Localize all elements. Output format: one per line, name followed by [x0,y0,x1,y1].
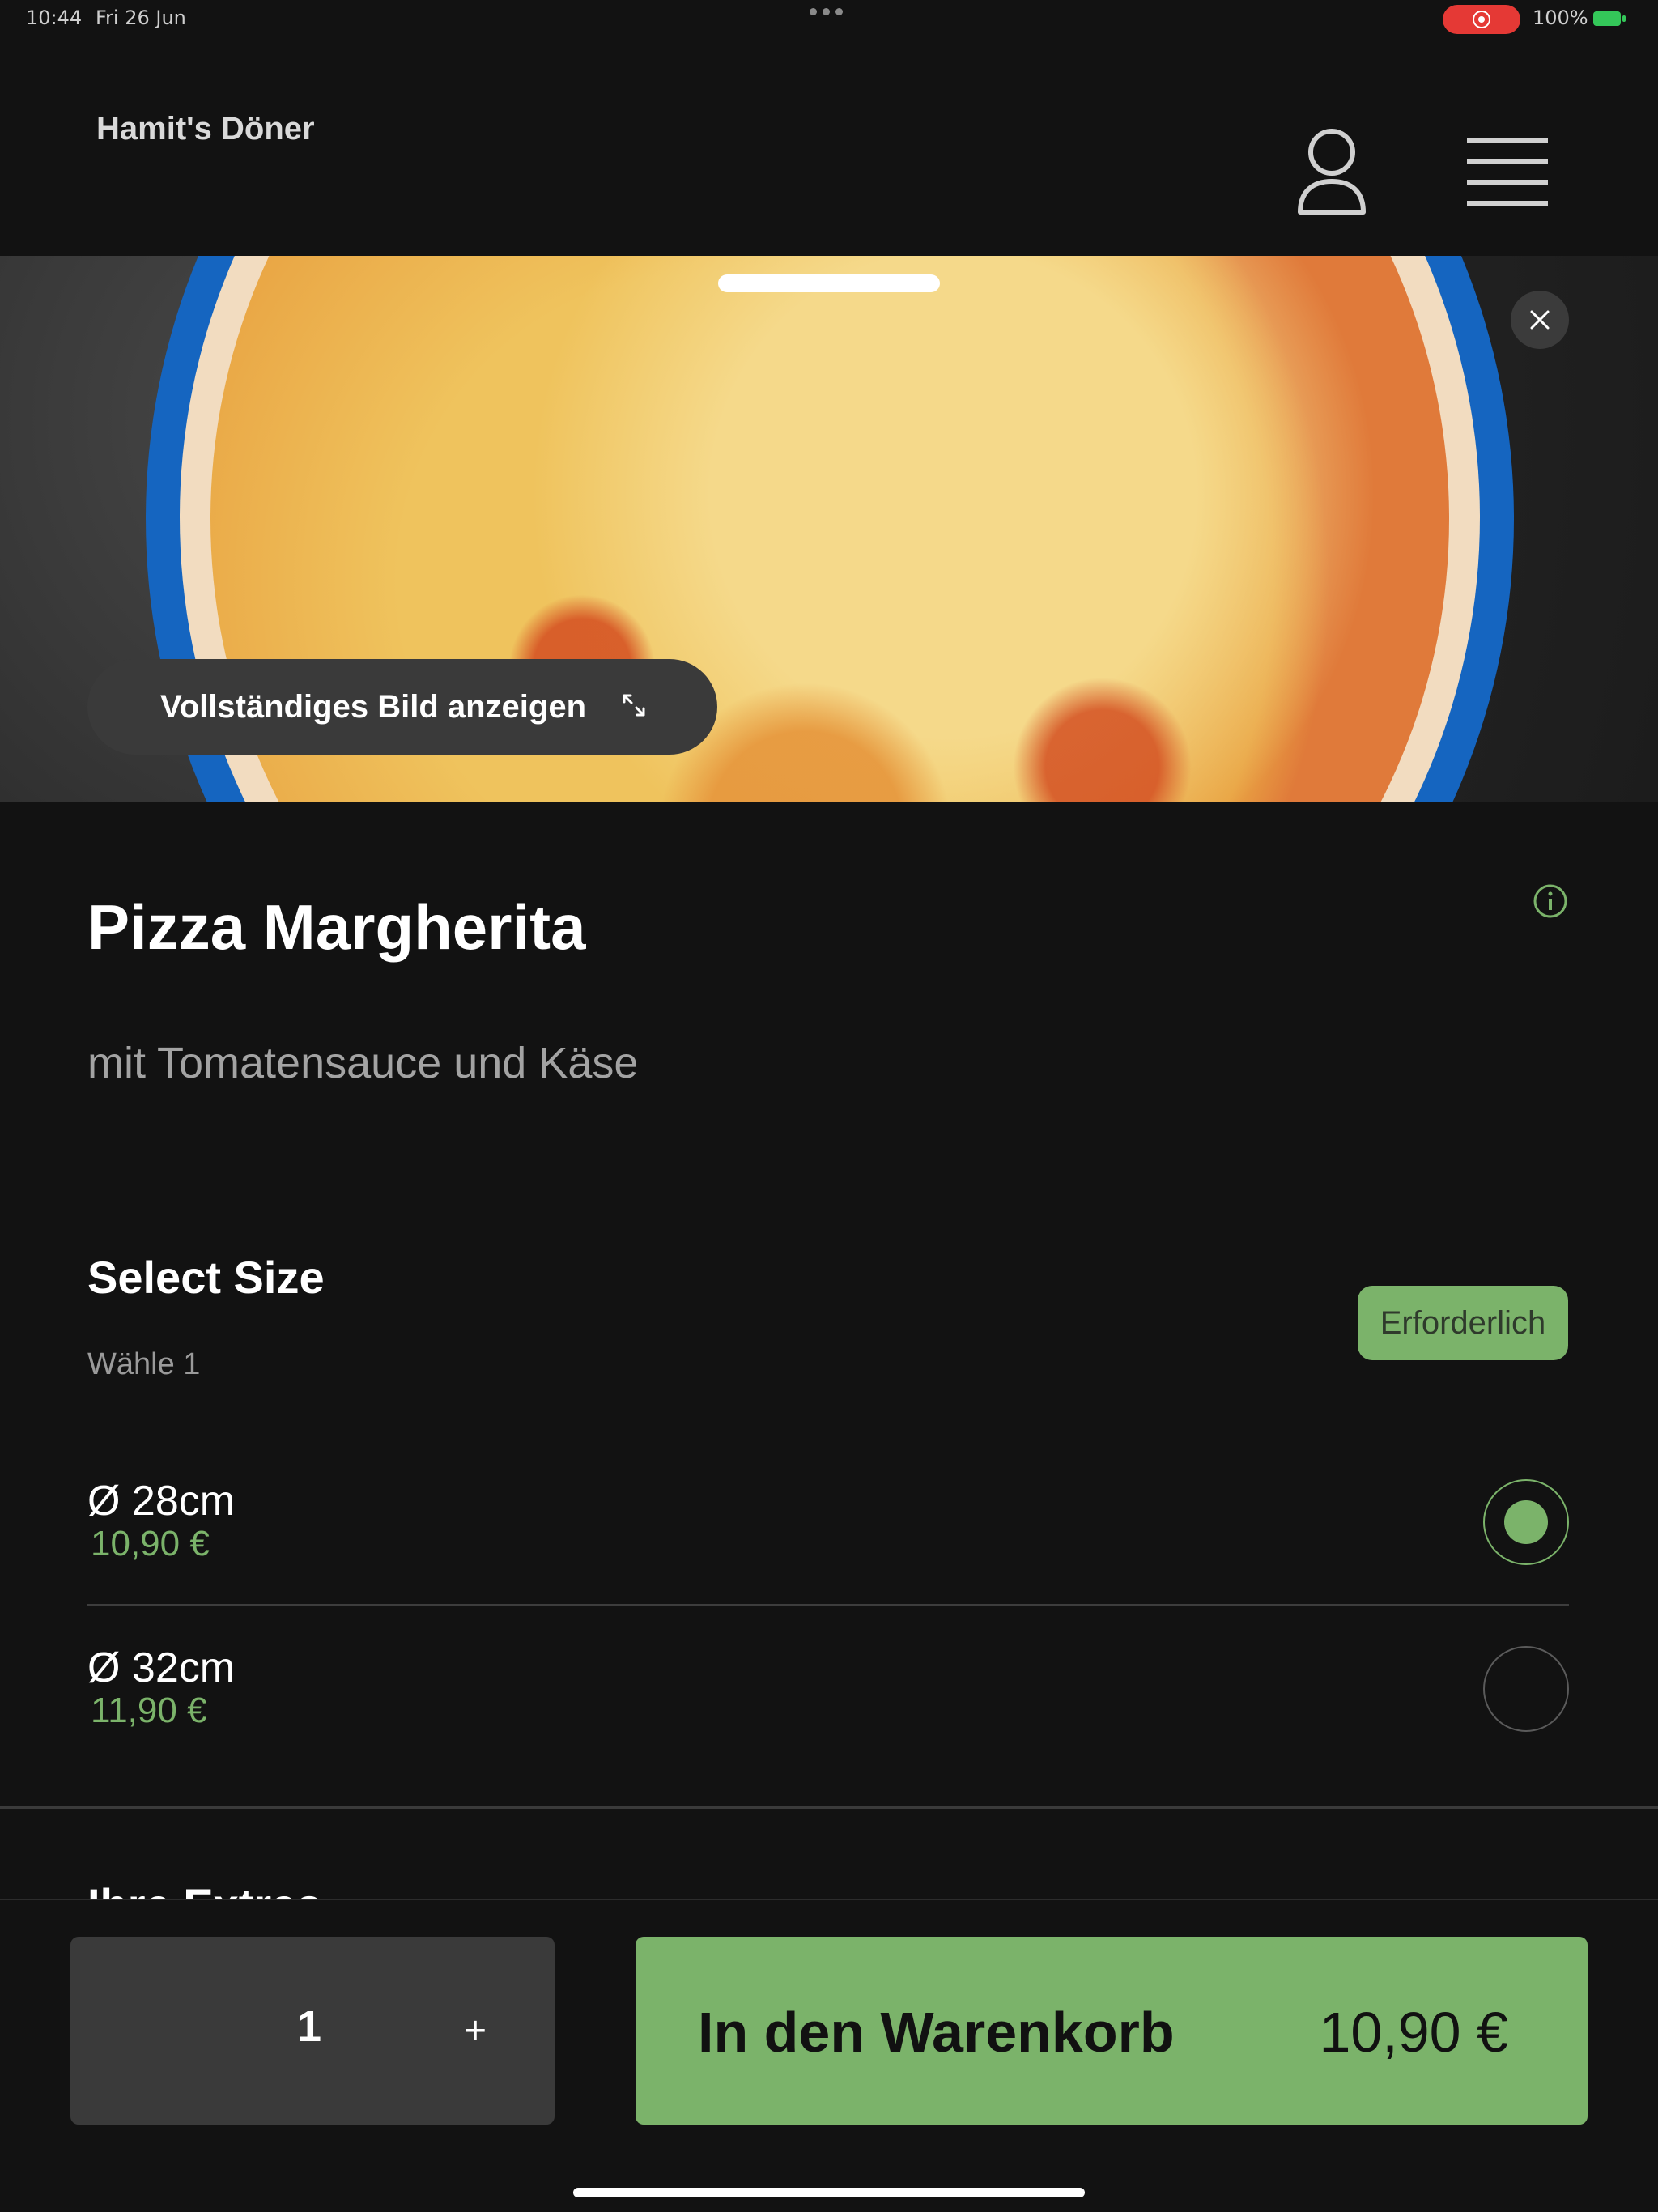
user-icon[interactable] [1295,128,1368,217]
screen-recording-icon[interactable] [1443,5,1520,34]
menu-icon[interactable] [1467,136,1548,207]
option-divider [87,1604,1569,1606]
size-option-name: Ø 32cm [87,1644,236,1691]
home-indicator[interactable] [573,2188,1085,2197]
required-badge: Erforderlich [1358,1286,1568,1360]
quantity-plus-button[interactable]: + [443,1990,508,2071]
size-radio-selected[interactable] [1483,1479,1569,1565]
size-radio[interactable] [1483,1646,1569,1732]
size-option-28cm[interactable]: Ø 28cm 10,90 € [87,1477,1569,1606]
expand-icon [623,694,645,717]
sheet-drag-handle[interactable] [718,274,940,292]
battery-percentage: 100% [1533,6,1588,29]
status-date: Fri 26 Jun [96,6,186,29]
quantity-value: 1 [297,2002,322,2051]
show-full-image-button[interactable]: Vollständiges Bild anzeigen [87,659,717,755]
show-full-image-label: Vollständiges Bild anzeigen [160,689,587,725]
status-bar: 10:44 Fri 26 Jun 100% [0,0,1658,39]
add-to-cart-button[interactable]: In den Warenkorb 10,90 € [636,1937,1588,2125]
brand-name[interactable]: Hamit's Döner [96,111,315,147]
product-description: mit Tomatensauce und Käse [87,1039,639,1087]
info-icon[interactable] [1533,883,1568,919]
section-divider [0,1806,1658,1809]
size-option-name: Ø 28cm [87,1478,236,1525]
close-button[interactable] [1511,291,1569,349]
size-option-32cm[interactable]: Ø 32cm 11,90 € [87,1644,1569,1773]
size-section-title: Select Size [87,1252,325,1303]
size-option-price: 10,90 € [91,1524,210,1563]
size-section-hint: Wähle 1 [87,1347,201,1381]
add-to-cart-label: In den Warenkorb [698,2001,1175,2064]
app-header [0,39,1658,256]
close-icon [1530,310,1550,330]
battery-icon [1593,11,1626,26]
cart-total-price: 10,90 € [1319,2001,1508,2064]
multitasking-dots-icon[interactable] [810,8,843,15]
quantity-stepper[interactable]: 1 + [70,1937,555,2125]
status-time: 10:44 [26,6,83,29]
size-option-price: 11,90 € [91,1691,207,1730]
product-title: Pizza Margherita [87,891,586,963]
